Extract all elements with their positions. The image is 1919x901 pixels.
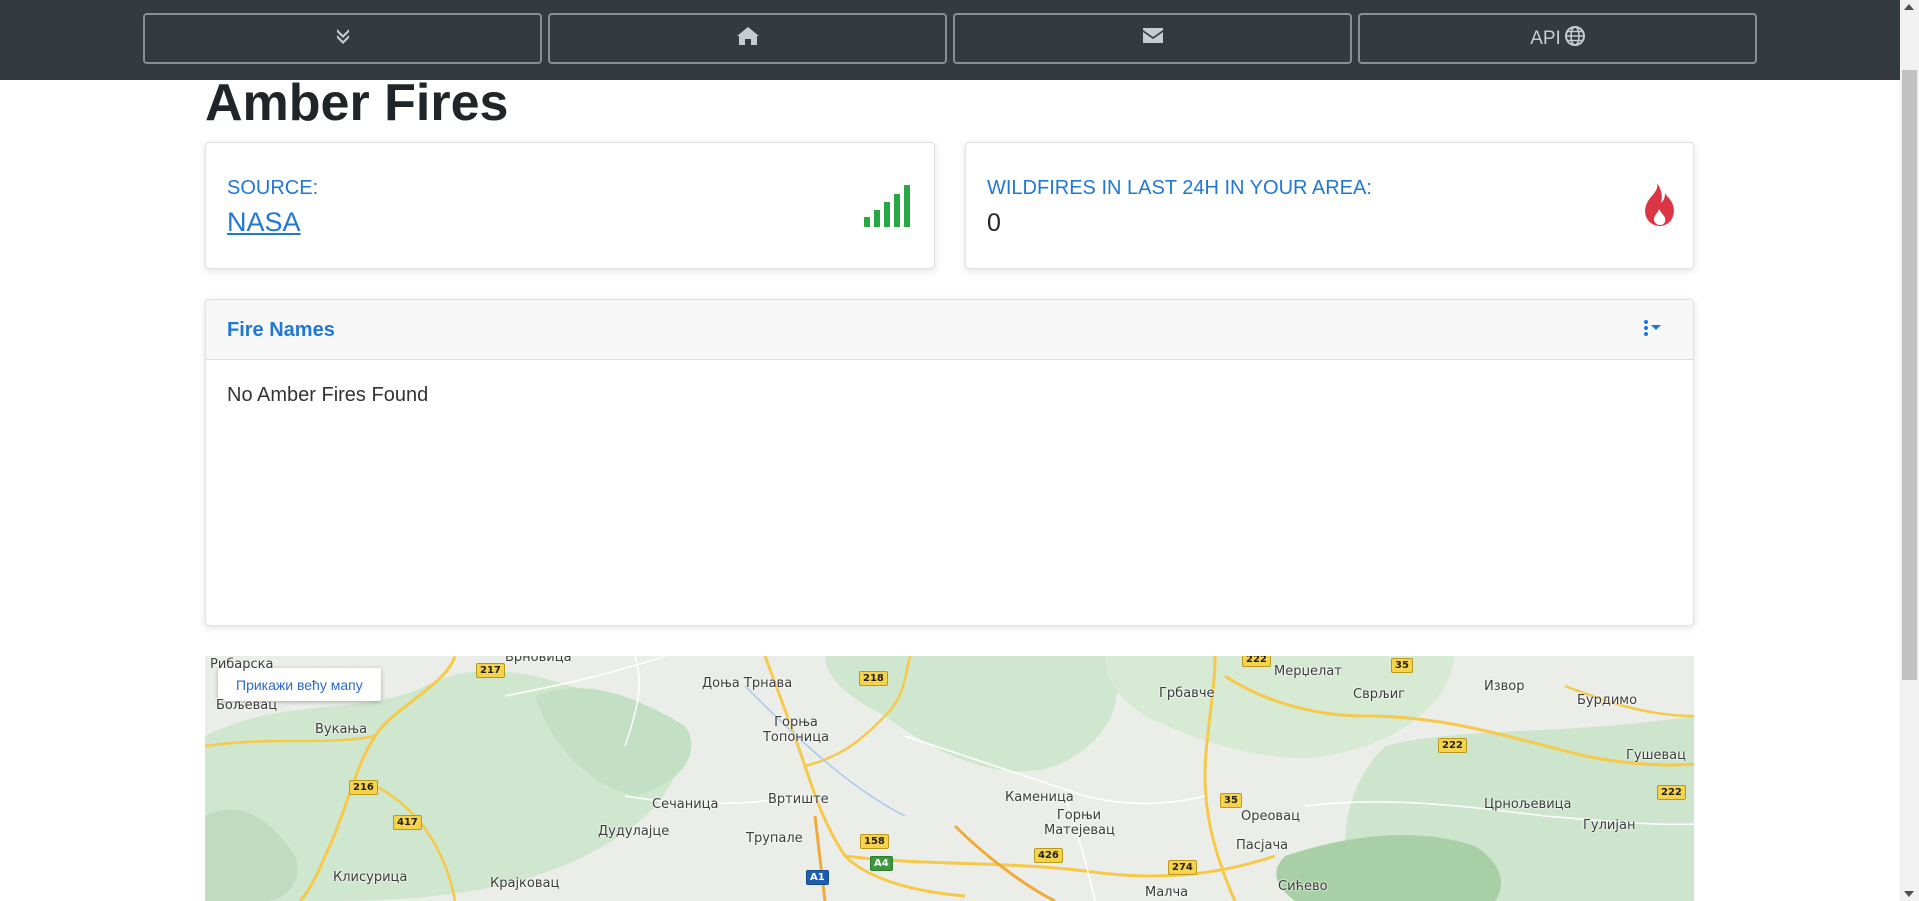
wildfires-card: WILDFIRES IN LAST 24H IN YOUR AREA: 0 <box>965 142 1694 269</box>
dots-vertical-dropdown-icon <box>1643 320 1663 341</box>
map-place-label: Гулијан <box>1583 818 1636 833</box>
map-embed[interactable]: Прикажи већу мапу Рибарска Врновица Доња… <box>205 656 1694 901</box>
road-shield: 35 <box>1391 658 1413 673</box>
map-place-label: Горња Топоница <box>762 715 830 745</box>
map-tiles <box>205 656 1694 901</box>
api-label: API <box>1530 27 1561 49</box>
options-dropdown-button[interactable] <box>1643 320 1663 341</box>
map-place-label: Пасјача <box>1236 838 1289 853</box>
map-place-label: Бољевац <box>216 698 278 713</box>
map-place-label: Горњи Матејевац <box>1044 808 1115 838</box>
map-place-label: Гушевац <box>1626 748 1686 763</box>
road-shield: 274 <box>1168 860 1197 875</box>
map-place-label: Дудулајце <box>598 824 670 839</box>
map-place-label: Доња Трнава <box>702 676 793 691</box>
chevrons-down-icon <box>336 27 350 51</box>
collapse-button[interactable] <box>143 13 542 64</box>
road-shield: 35 <box>1220 793 1242 808</box>
map-place-label: Црнољевица <box>1484 797 1572 812</box>
map-place-label: Сићево <box>1278 879 1328 894</box>
road-shield: 218 <box>859 671 888 686</box>
map-place-label: Мерџелат <box>1274 664 1342 679</box>
map-place-label: Сечаница <box>652 797 719 812</box>
wildfires-label: WILDFIRES IN LAST 24H IN YOUR AREA: <box>987 177 1372 199</box>
road-shield: A4 <box>870 856 893 871</box>
top-navbar: API <box>0 0 1900 80</box>
map-place-label: Трупале <box>746 831 803 846</box>
source-link[interactable]: NASA <box>227 207 301 238</box>
map-place-label: Каменица <box>1005 790 1074 805</box>
map-place-label: Вртиште <box>768 792 829 807</box>
map-place-label: Крајковац <box>490 876 560 891</box>
api-button[interactable]: API <box>1358 13 1757 64</box>
map-place-label: Врновица <box>505 656 572 665</box>
road-shield: A1 <box>806 870 829 885</box>
contact-button[interactable] <box>953 13 1352 64</box>
map-place-label: Грбавче <box>1159 686 1215 701</box>
map-place-label: Вукања <box>315 722 368 737</box>
map-place-label: Ореовац <box>1241 809 1300 824</box>
page-title: Amber Fires <box>205 74 509 132</box>
signal-bars-icon <box>864 185 912 232</box>
fire-names-title: Fire Names <box>227 319 335 341</box>
home-button[interactable] <box>548 13 947 64</box>
wildfires-count: 0 <box>987 209 1001 237</box>
road-shield: 216 <box>349 780 378 795</box>
road-shield: 417 <box>393 815 422 830</box>
road-shield: 426 <box>1034 848 1063 863</box>
fire-icon <box>1643 183 1675 232</box>
road-shield: 222 <box>1242 656 1271 667</box>
road-shield: 158 <box>860 834 889 849</box>
scroll-down-arrow[interactable] <box>1904 891 1914 897</box>
scroll-thumb[interactable] <box>1902 70 1917 680</box>
map-place-label: Извор <box>1484 679 1525 694</box>
source-card: SOURCE: NASA <box>205 142 935 269</box>
road-shield: 217 <box>476 663 505 678</box>
fire-names-card: Fire Names No Amber Fires Found <box>205 299 1694 626</box>
source-label: SOURCE: <box>227 177 319 199</box>
home-icon <box>736 26 760 52</box>
map-place-label: Клисурица <box>333 870 408 885</box>
map-place-label: Бурдимо <box>1577 693 1638 708</box>
map-place-label: Сврљиг <box>1353 687 1405 702</box>
empty-fires-message: No Amber Fires Found <box>227 384 429 406</box>
map-place-label: Рибарска <box>210 657 274 672</box>
globe-icon <box>1564 25 1585 52</box>
road-shield: 222 <box>1657 785 1686 800</box>
fire-names-header: Fire Names <box>206 300 1693 360</box>
envelope-icon <box>1142 27 1164 50</box>
road-shield: 222 <box>1438 738 1467 753</box>
map-place-label: Малча <box>1145 885 1189 900</box>
scroll-up-arrow[interactable] <box>1904 4 1914 10</box>
page-scrollbar[interactable] <box>1900 0 1919 901</box>
larger-map-button[interactable]: Прикажи већу мапу <box>218 668 381 701</box>
